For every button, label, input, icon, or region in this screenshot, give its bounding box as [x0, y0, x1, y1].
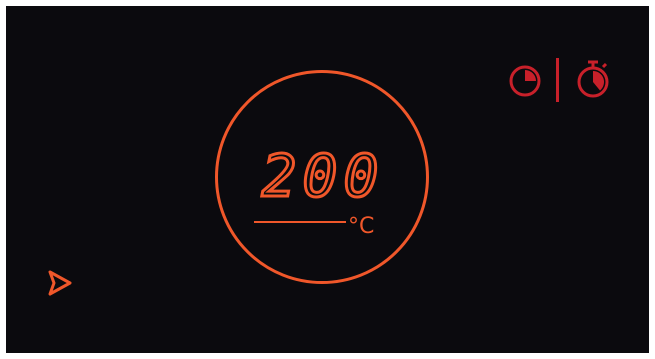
temperature-unit: °C [348, 214, 375, 239]
temperature-readout: 200 [260, 150, 385, 202]
temperature-value: 200 [262, 150, 385, 202]
icon-divider [556, 58, 559, 102]
play-icon[interactable] [44, 268, 74, 298]
stopwatch-icon[interactable] [575, 58, 611, 98]
timer-icon[interactable] [508, 64, 542, 98]
temperature-underline [254, 221, 346, 223]
